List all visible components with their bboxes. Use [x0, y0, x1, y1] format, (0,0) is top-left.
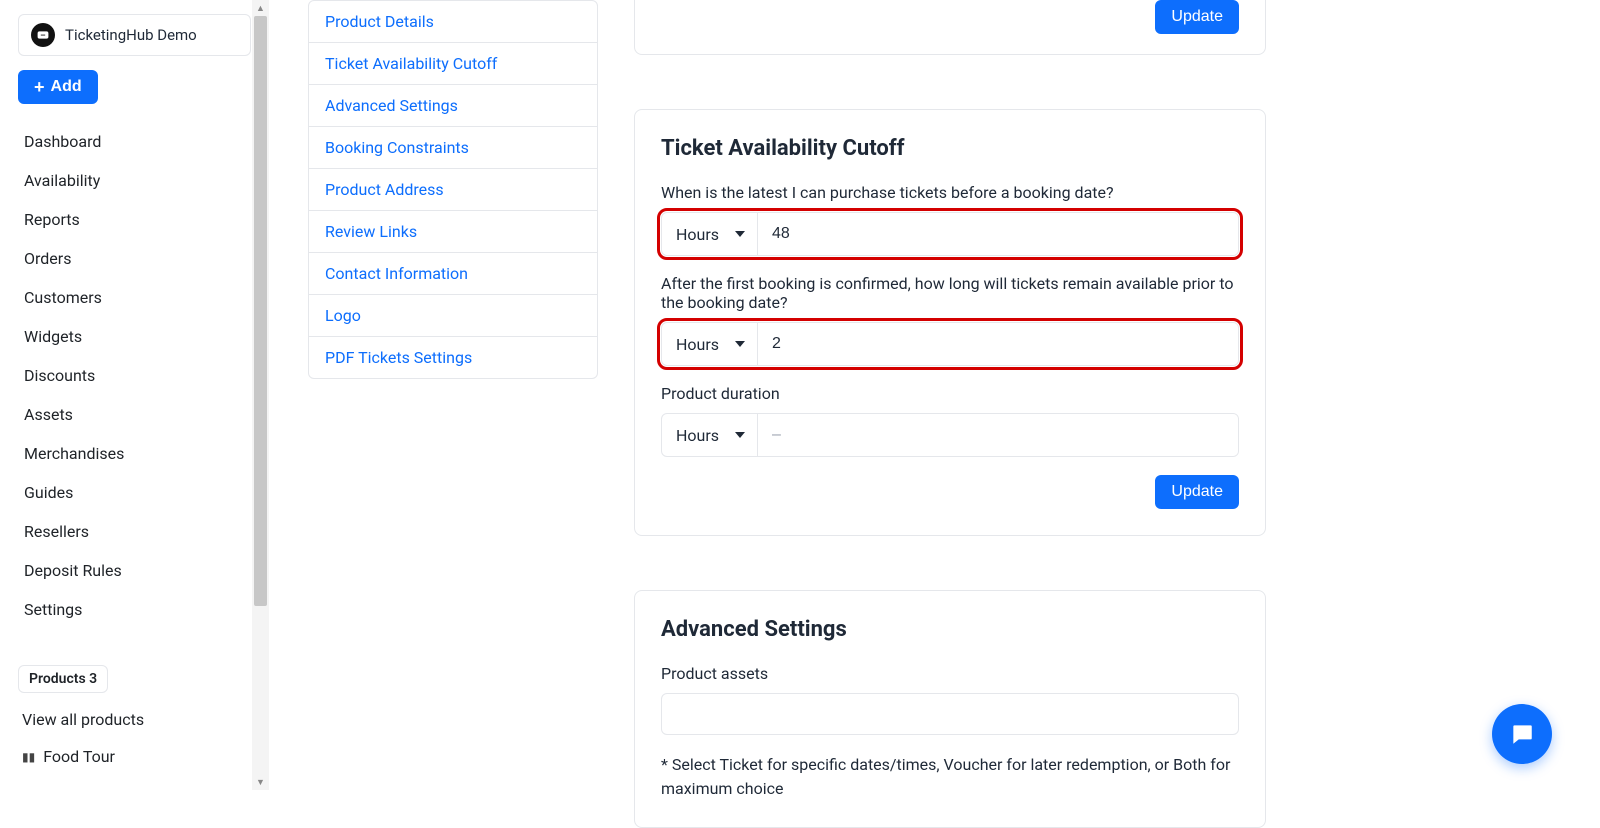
nav-resellers[interactable]: Resellers	[18, 512, 251, 551]
chat-button[interactable]	[1492, 704, 1552, 764]
product-item-label: Food Tour	[43, 747, 115, 766]
product-details-card: Update	[634, 0, 1266, 55]
add-button-label: Add	[51, 78, 82, 96]
update-button-top[interactable]: Update	[1155, 0, 1239, 34]
product-assets-input[interactable]	[661, 693, 1239, 735]
cutoff-duration-unit-select[interactable]: Hours	[662, 414, 758, 456]
submenu-booking-constraints[interactable]: Booking Constraints	[309, 127, 597, 169]
cutoff-duration-row: Hours	[661, 413, 1239, 457]
cutoff-q2-unit: Hours	[676, 335, 719, 354]
scroll-up-icon[interactable]: ▲	[252, 0, 269, 16]
plus-icon: +	[34, 78, 45, 96]
ticket-cutoff-card: Ticket Availability Cutoff When is the l…	[634, 109, 1266, 536]
account-name: TicketingHub Demo	[65, 26, 197, 44]
advanced-settings-card: Advanced Settings Product assets * Selec…	[634, 590, 1266, 828]
cutoff-q2-unit-select[interactable]: Hours	[662, 323, 758, 365]
submenu-logo[interactable]: Logo	[309, 295, 597, 337]
products-count-badge[interactable]: Products 3	[18, 665, 108, 693]
settings-submenu-column: Product Details Ticket Availability Cuto…	[270, 0, 598, 790]
caret-down-icon	[735, 341, 745, 347]
submenu-contact-information[interactable]: Contact Information	[309, 253, 597, 295]
nav-deposit-rules[interactable]: Deposit Rules	[18, 551, 251, 590]
nav-customers[interactable]: Customers	[18, 278, 251, 317]
caret-down-icon	[735, 231, 745, 237]
product-item-food-tour[interactable]: ▮▮ Food Tour	[18, 738, 251, 775]
submenu-product-details[interactable]: Product Details	[309, 1, 597, 43]
submenu-ticket-cutoff[interactable]: Ticket Availability Cutoff	[309, 43, 597, 85]
submenu-pdf-tickets-settings[interactable]: PDF Tickets Settings	[309, 337, 597, 378]
add-button[interactable]: + Add	[18, 70, 98, 104]
nav-orders[interactable]: Orders	[18, 239, 251, 278]
cutoff-q2-input[interactable]	[758, 323, 1238, 365]
cutoff-q1-input[interactable]	[758, 213, 1238, 255]
cutoff-q1-label: When is the latest I can purchase ticket…	[661, 183, 1239, 202]
advanced-settings-title: Advanced Settings	[661, 617, 1239, 642]
nav-view-all-products[interactable]: View all products	[18, 701, 251, 738]
cutoff-duration-input[interactable]	[758, 414, 1238, 456]
product-assets-hint: * Select Ticket for specific dates/times…	[661, 753, 1239, 801]
nav-reports[interactable]: Reports	[18, 200, 251, 239]
nav-settings[interactable]: Settings	[18, 590, 251, 629]
submenu-advanced-settings[interactable]: Advanced Settings	[309, 85, 597, 127]
nav-guides[interactable]: Guides	[18, 473, 251, 512]
cutoff-duration-label: Product duration	[661, 384, 1239, 403]
cutoff-q1-unit: Hours	[676, 225, 719, 244]
primary-nav: Dashboard Availability Reports Orders Cu…	[18, 122, 251, 629]
sidebar-scrollbar[interactable]: ▲ ▼	[252, 0, 269, 790]
cutoff-q2-label: After the first booking is confirmed, ho…	[661, 274, 1239, 312]
nav-discounts[interactable]: Discounts	[18, 356, 251, 395]
main-content: Update Ticket Availability Cutoff When i…	[598, 0, 1300, 790]
nav-merchandises[interactable]: Merchandises	[18, 434, 251, 473]
update-button-cutoff[interactable]: Update	[1155, 475, 1239, 509]
settings-submenu: Product Details Ticket Availability Cuto…	[308, 0, 598, 379]
sidebar: TicketingHub Demo + Add Dashboard Availa…	[0, 0, 270, 790]
caret-down-icon	[735, 432, 745, 438]
nav-assets[interactable]: Assets	[18, 395, 251, 434]
cutoff-q1-unit-select[interactable]: Hours	[662, 213, 758, 255]
nav-widgets[interactable]: Widgets	[18, 317, 251, 356]
submenu-product-address[interactable]: Product Address	[309, 169, 597, 211]
cutoff-q2-row: Hours	[661, 322, 1239, 366]
right-gutter	[1300, 0, 1600, 790]
nav-dashboard[interactable]: Dashboard	[18, 122, 251, 161]
cutoff-duration-unit: Hours	[676, 426, 719, 445]
scroll-down-icon[interactable]: ▼	[252, 774, 269, 790]
pause-icon: ▮▮	[22, 750, 35, 764]
account-avatar-icon	[31, 23, 55, 47]
nav-availability[interactable]: Availability	[18, 161, 251, 200]
submenu-review-links[interactable]: Review Links	[309, 211, 597, 253]
chat-icon	[1509, 721, 1535, 747]
product-assets-label: Product assets	[661, 664, 1239, 683]
ticket-cutoff-title: Ticket Availability Cutoff	[661, 136, 1239, 161]
scroll-thumb[interactable]	[254, 16, 267, 606]
cutoff-q1-row: Hours	[661, 212, 1239, 256]
account-selector[interactable]: TicketingHub Demo	[18, 14, 251, 56]
